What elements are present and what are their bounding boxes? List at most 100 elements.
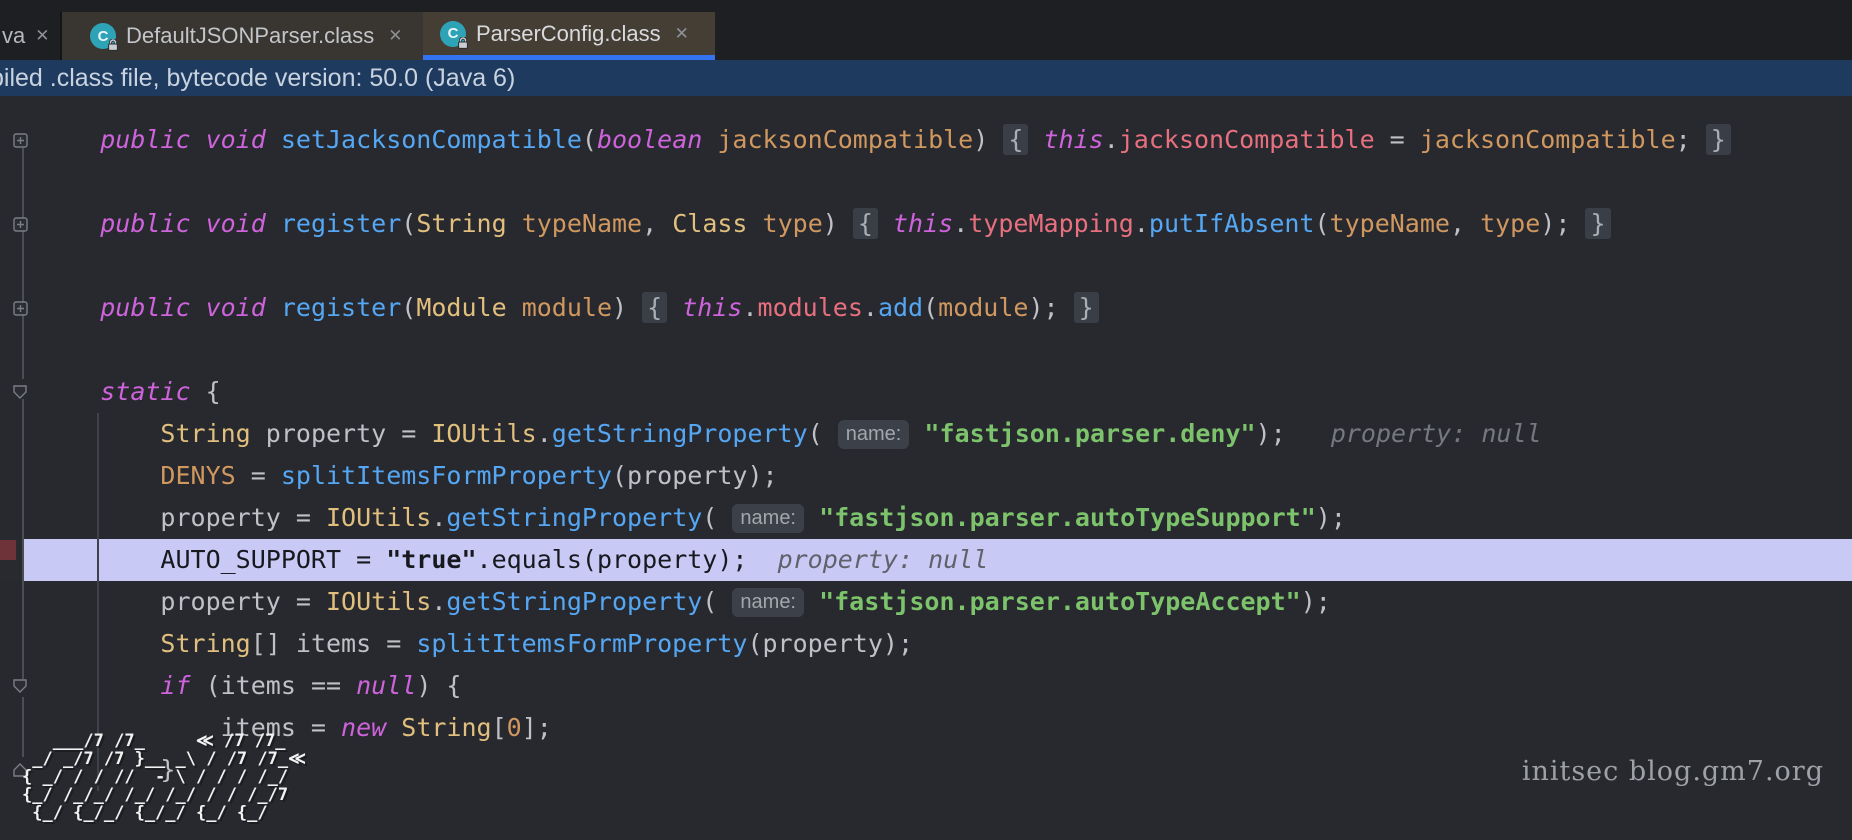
code-token: typeName <box>507 209 642 238</box>
code-token: type <box>747 209 822 238</box>
code-token: register <box>281 293 401 322</box>
code-editor[interactable]: public void setJacksonCompatible(boolean… <box>0 96 1852 840</box>
editor-tab-bar: va ✕ C DefaultJSONParser.class ✕ C Parse… <box>0 0 1852 60</box>
code-token <box>878 209 893 238</box>
close-icon[interactable]: ✕ <box>675 24 689 44</box>
code-token: ( <box>702 587 732 616</box>
code-token: } <box>1074 292 1099 323</box>
code-token: null <box>356 671 416 700</box>
code-token: new <box>341 713 386 742</box>
code-token: static <box>100 377 190 406</box>
code-line[interactable]: if (items == null) { <box>0 665 1852 707</box>
code-token: putIfAbsent <box>1149 209 1315 238</box>
code-token: "true" <box>386 545 476 574</box>
code-line[interactable] <box>0 245 1852 287</box>
code-token: jacksonCompatible <box>1420 125 1676 154</box>
close-icon[interactable]: ✕ <box>35 26 49 46</box>
code-line[interactable]: public void register(Module module) { th… <box>0 287 1852 329</box>
code-text: String property = IOUtils.getStringPrope… <box>40 413 1542 455</box>
code-token: String <box>416 209 506 238</box>
code-text: public void register(String typeName, Cl… <box>40 203 1611 245</box>
code-token: type <box>1480 209 1540 238</box>
fold-plus-icon <box>13 133 28 148</box>
code-token: IOUtils <box>326 587 431 616</box>
code-token: { <box>642 292 667 323</box>
code-token: Module <box>416 293 506 322</box>
gutter-cell <box>0 413 40 455</box>
code-line-execution-point[interactable]: AUTO_SUPPORT = "true".equals(property); … <box>0 539 1852 581</box>
tab-java-partial[interactable]: va ✕ <box>0 12 62 60</box>
lock-icon <box>107 39 119 51</box>
code-token: . <box>431 503 446 532</box>
code-token: ) <box>612 293 642 322</box>
code-token: [ <box>492 713 507 742</box>
code-line[interactable] <box>0 329 1852 371</box>
fold-marker-plus[interactable] <box>0 287 40 329</box>
code-token: . <box>1104 125 1119 154</box>
code-line[interactable]: property = IOUtils.getStringProperty( na… <box>0 581 1852 623</box>
code-token: property = <box>160 587 326 616</box>
code-token: getStringProperty <box>552 419 808 448</box>
fold-marker-plus[interactable] <box>0 119 40 161</box>
gutter-cell <box>0 329 40 371</box>
code-token: if <box>160 671 190 700</box>
code-line[interactable]: DENYS = splitItemsFormProperty(property)… <box>0 455 1852 497</box>
code-line[interactable]: String[] items = splitItemsFormProperty(… <box>0 623 1852 665</box>
fold-marker-open[interactable] <box>0 665 40 707</box>
code-token: getStringProperty <box>446 503 702 532</box>
parameter-name-inlay: name: <box>732 588 804 617</box>
code-token: "fastjson.parser.autoTypeAccept" <box>819 587 1301 616</box>
code-text: String[] items = splitItemsFormProperty(… <box>40 623 913 665</box>
code-token: ; <box>1676 125 1706 154</box>
code-line[interactable] <box>0 161 1852 203</box>
code-token: splitItemsFormProperty <box>416 629 747 658</box>
code-token: this <box>893 209 953 238</box>
tab-defaultjsonparser[interactable]: C DefaultJSONParser.class ✕ <box>62 12 423 60</box>
code-token: ( <box>808 419 838 448</box>
code-token: . <box>1134 209 1149 238</box>
code-token: 0 <box>507 713 522 742</box>
code-token: } <box>1585 208 1610 239</box>
code-token: . <box>537 419 552 448</box>
code-token <box>804 587 819 616</box>
code-text: static { <box>40 371 221 413</box>
code-text: DENYS = splitItemsFormProperty(property)… <box>40 455 778 497</box>
code-token: ); <box>1540 209 1585 238</box>
code-token: modules <box>758 293 863 322</box>
tab-parserconfig[interactable]: C ParserConfig.class ✕ <box>423 12 715 60</box>
fold-marker-plus[interactable] <box>0 203 40 245</box>
code-token: = <box>1375 125 1420 154</box>
code-token: ); <box>1301 587 1331 616</box>
code-token: typeMapping <box>968 209 1134 238</box>
fold-open-icon <box>12 678 28 694</box>
code-text: public void setJacksonCompatible(boolean… <box>40 119 1731 161</box>
gutter-cell <box>0 161 40 203</box>
gutter-cell <box>0 539 40 581</box>
code-line[interactable]: public void setJacksonCompatible(boolean… <box>0 119 1852 161</box>
code-token: ( <box>923 293 938 322</box>
fold-marker-open[interactable] <box>0 371 40 413</box>
code-token: ); <box>1256 419 1286 448</box>
code-token: splitItemsFormProperty <box>281 461 612 490</box>
code-token: [] items = <box>251 629 417 658</box>
code-token: property: null <box>747 545 988 574</box>
code-token: boolean <box>597 125 702 154</box>
code-line[interactable]: property = IOUtils.getStringProperty( na… <box>0 497 1852 539</box>
code-line[interactable]: static { <box>0 371 1852 413</box>
code-line[interactable]: public void register(String typeName, Cl… <box>0 203 1852 245</box>
fold-plus-icon <box>13 301 28 316</box>
fold-plus-icon <box>13 217 28 232</box>
code-token: equals <box>492 545 582 574</box>
code-token: } <box>1706 124 1731 155</box>
code-line[interactable]: String property = IOUtils.getStringPrope… <box>0 413 1852 455</box>
code-token: Class <box>672 209 747 238</box>
fold-open-icon <box>12 384 28 400</box>
code-token: { <box>1003 124 1028 155</box>
gm7-watermark: ___/7 /7_ ≪ /7 /7_ _/ _/7 /7 }__ _\ / /7… <box>22 732 306 822</box>
gutter-cell <box>0 581 40 623</box>
code-text: property = IOUtils.getStringProperty( na… <box>40 497 1346 539</box>
parameter-name-inlay: name: <box>838 420 910 449</box>
close-icon[interactable]: ✕ <box>388 26 402 46</box>
code-token: , <box>642 209 672 238</box>
tab-label: va <box>2 23 25 49</box>
